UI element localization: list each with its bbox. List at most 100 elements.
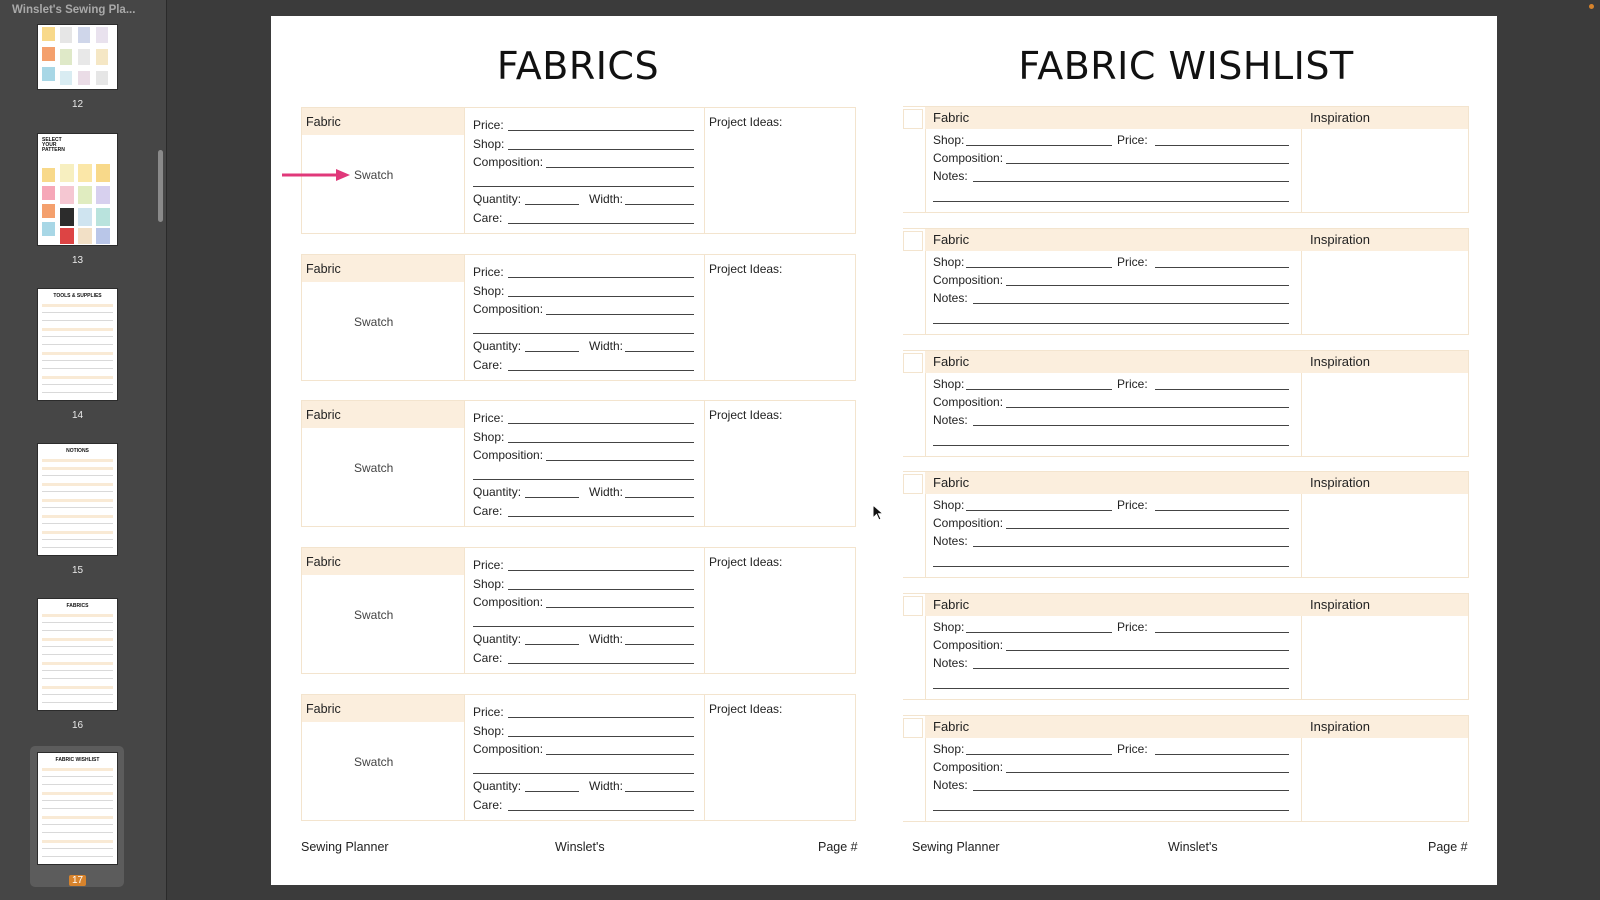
wishlist-shop-label: Shop: [933,377,965,391]
fabric-entry: Fabric Swatch Price: Shop: Composition: … [301,547,856,674]
wishlist-shop-field[interactable] [966,267,1112,268]
wishlist-fabric-label: Fabric [933,475,970,490]
notes-field[interactable] [973,425,1289,426]
shop-field[interactable] [508,296,694,297]
composition-field-extra[interactable] [473,479,694,480]
inspiration-label: Inspiration [1310,719,1370,734]
composition-field[interactable] [546,460,694,461]
wishlist-checkbox[interactable] [903,353,923,373]
thumbnail-page-12[interactable] [37,24,118,90]
wishlist-price-field[interactable] [1155,510,1289,511]
care-field[interactable] [508,810,694,811]
wishlist-price-field[interactable] [1155,145,1289,146]
wishlist-fabric-label: Fabric [933,110,970,125]
wishlist-composition-field[interactable] [1006,650,1289,651]
page-number-17: 17 [37,875,118,886]
notes-field-extra[interactable] [933,201,1289,202]
quantity-field[interactable] [525,644,579,645]
thumbnail-heading: FABRIC WISHLIST [55,757,100,763]
shop-field[interactable] [508,736,694,737]
composition-field-extra[interactable] [473,333,694,334]
width-field[interactable] [625,497,694,498]
notes-field-extra[interactable] [933,566,1289,567]
width-field[interactable] [625,204,694,205]
wishlist-price-field[interactable] [1155,754,1289,755]
sidebar-scrollbar[interactable] [158,150,163,222]
wishlist-composition-field[interactable] [1006,772,1289,773]
notes-label: Notes: [933,413,968,427]
composition-field-extra[interactable] [473,626,694,627]
thumbnail-page-17[interactable]: FABRIC WISHLIST [37,752,118,865]
wishlist-checkbox[interactable] [903,718,923,738]
price-field[interactable] [508,130,694,131]
composition-field[interactable] [546,754,694,755]
composition-field[interactable] [546,607,694,608]
composition-field[interactable] [546,314,694,315]
thumbnail-page-13[interactable]: SELECT YOUR PATTERN [37,133,118,246]
wishlist-composition-field[interactable] [1006,528,1289,529]
wishlist-shop-field[interactable] [966,754,1112,755]
quantity-field[interactable] [525,791,579,792]
price-field[interactable] [508,570,694,571]
price-field[interactable] [508,277,694,278]
price-field[interactable] [508,717,694,718]
quantity-field[interactable] [525,351,579,352]
shop-field[interactable] [508,442,694,443]
wishlist-composition-field[interactable] [1006,407,1289,408]
wishlist-shop-field[interactable] [966,632,1112,633]
care-field[interactable] [508,223,694,224]
wishlist-entry: Fabric Inspiration Shop: Price: Composit… [903,471,1469,578]
wishlist-price-field[interactable] [1155,632,1289,633]
price-label: Price: [473,558,504,572]
wishlist-price-label: Price: [1117,498,1148,512]
thumbnail-page-15[interactable]: NOTIONS [37,443,118,556]
composition-field[interactable] [546,167,694,168]
wishlist-price-label: Price: [1117,742,1148,756]
quantity-field[interactable] [525,204,579,205]
wishlist-checkbox[interactable] [903,109,923,129]
shop-field[interactable] [508,589,694,590]
thumbnail-page-14[interactable]: TOOLS & SUPPLIES [37,288,118,401]
wishlist-composition-field[interactable] [1006,163,1289,164]
composition-field-extra[interactable] [473,773,694,774]
notes-field[interactable] [973,546,1289,547]
wishlist-price-label: Price: [1117,377,1148,391]
shop-label: Shop: [473,724,505,738]
width-label: Width: [589,779,624,793]
wishlist-price-field[interactable] [1155,267,1289,268]
wishlist-checkbox[interactable] [903,231,923,251]
notes-field-extra[interactable] [933,688,1289,689]
wishlist-shop-field[interactable] [966,145,1112,146]
width-field[interactable] [625,644,694,645]
quantity-label: Quantity: [473,192,522,206]
quantity-field[interactable] [525,497,579,498]
notes-field-extra[interactable] [933,323,1289,324]
care-field[interactable] [508,516,694,517]
wishlist-shop-field[interactable] [966,510,1112,511]
notes-field[interactable] [973,181,1289,182]
thumbnail-page-16[interactable]: FABRICS [37,598,118,711]
width-label: Width: [589,485,624,499]
width-field[interactable] [625,791,694,792]
notes-field-extra[interactable] [933,445,1289,446]
notes-field[interactable] [973,668,1289,669]
width-field[interactable] [625,351,694,352]
shop-field[interactable] [508,149,694,150]
notes-field[interactable] [973,790,1289,791]
wishlist-composition-field[interactable] [1006,285,1289,286]
wishlist-price-field[interactable] [1155,389,1289,390]
care-field[interactable] [508,663,694,664]
wishlist-checkbox[interactable] [903,474,923,494]
composition-field-extra[interactable] [473,186,694,187]
wishlist-shop-field[interactable] [966,389,1112,390]
wishlist-composition-label: Composition: [933,516,1004,530]
notes-label: Notes: [933,169,968,183]
page-number-15: 15 [71,565,84,576]
notes-field-extra[interactable] [933,810,1289,811]
price-field[interactable] [508,423,694,424]
shop-label: Shop: [473,430,505,444]
notes-field[interactable] [973,303,1289,304]
wishlist-entry: Fabric Inspiration Shop: Price: Composit… [903,715,1469,822]
care-field[interactable] [508,370,694,371]
wishlist-checkbox[interactable] [903,596,923,616]
